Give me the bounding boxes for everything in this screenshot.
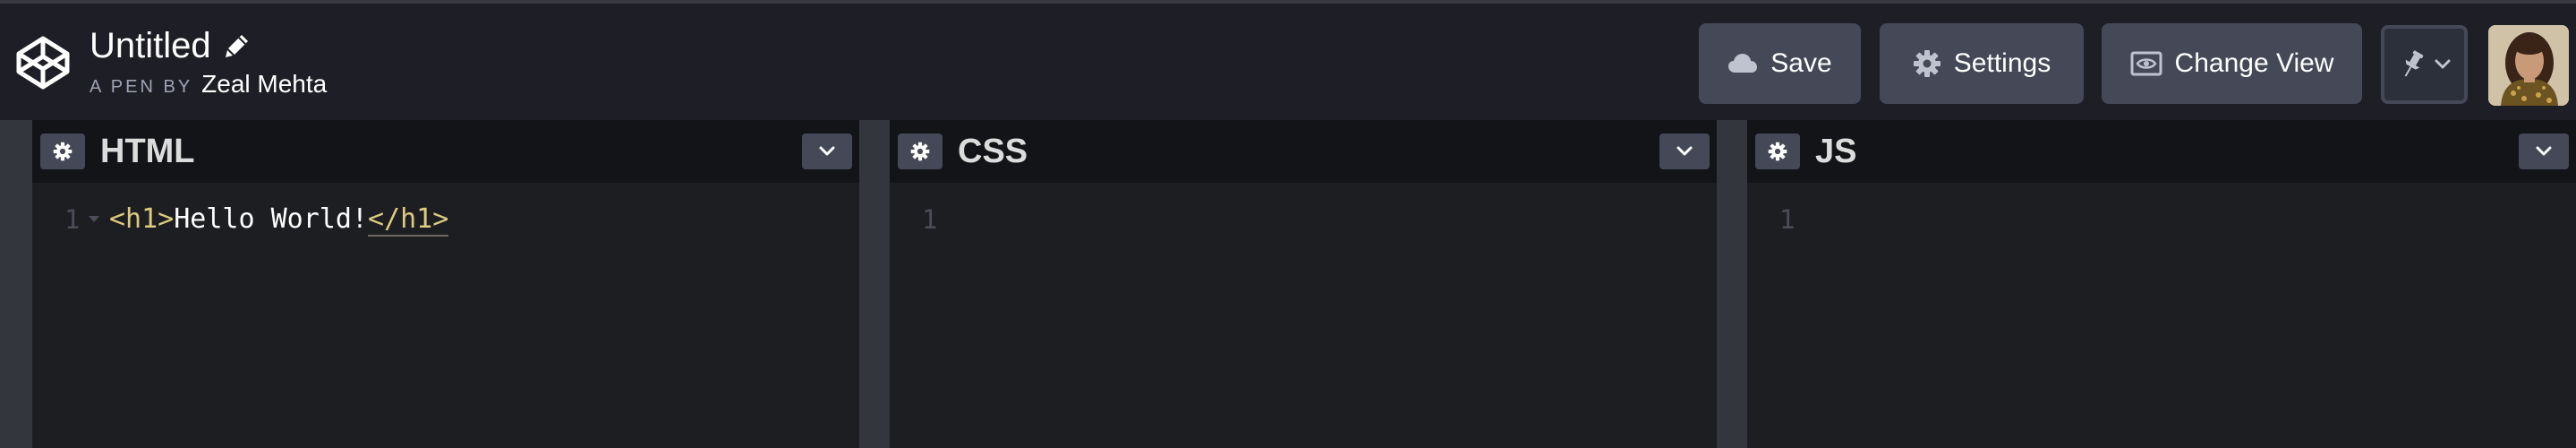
fold-arrow-icon[interactable] — [88, 215, 100, 224]
pen-title[interactable]: Untitled — [90, 23, 211, 68]
js-editor-title: JS — [1815, 133, 1857, 170]
pen-byline: A PEN BY Zeal Mehta — [90, 70, 327, 99]
html-editor-header: HTML — [32, 120, 859, 183]
pen-title-row: Untitled — [90, 23, 251, 68]
js-code-area[interactable]: 1 — [1747, 183, 2576, 448]
line-number: 1 — [1779, 204, 1796, 235]
chevron-down-icon — [2536, 146, 2552, 156]
line-number: 1 — [922, 204, 938, 235]
html-code-area[interactable]: 1 <h1>Hello World!</h1> — [32, 183, 859, 448]
code-open-tag: <h1> — [109, 203, 175, 235]
gear-icon — [910, 142, 930, 161]
left-resize-gutter[interactable] — [0, 120, 32, 448]
change-view-button[interactable]: Change View — [2102, 23, 2362, 104]
js-editor-collapse-button[interactable] — [2519, 134, 2569, 169]
js-editor-header: JS — [1747, 120, 2576, 183]
gear-icon — [53, 142, 73, 161]
pin-icon — [2404, 50, 2423, 77]
resize-gutter[interactable] — [859, 120, 890, 448]
chevron-down-icon — [819, 146, 835, 156]
css-editor-header: CSS — [890, 120, 1717, 183]
code-close-tag: </h1> — [368, 203, 449, 237]
html-editor-title: HTML — [100, 133, 195, 170]
author-name[interactable]: Zeal Mehta — [201, 70, 327, 99]
user-avatar-image — [2488, 25, 2569, 106]
resize-gutter[interactable] — [1717, 120, 1747, 448]
save-button-label: Save — [1770, 48, 1832, 78]
css-editor-collapse-button[interactable] — [1659, 134, 1710, 169]
settings-button-label: Settings — [1953, 48, 2051, 78]
js-editor-settings-button[interactable] — [1755, 134, 1800, 169]
gear-icon — [1913, 50, 1941, 77]
pin-button[interactable] — [2381, 25, 2468, 104]
byline-prefix: A PEN BY — [90, 77, 193, 97]
gear-icon — [1768, 142, 1787, 161]
top-bar: Untitled A PEN BY Zeal Mehta Save Settin… — [0, 0, 2576, 120]
eye-icon — [2130, 51, 2162, 76]
chevron-down-icon — [1676, 146, 1693, 156]
change-view-button-label: Change View — [2174, 48, 2334, 78]
html-editor-settings-button[interactable] — [40, 134, 85, 169]
code-line: <h1>Hello World!</h1> — [109, 202, 449, 237]
line-number: 1 — [64, 204, 81, 235]
css-editor-title: CSS — [958, 133, 1028, 170]
html-editor-collapse-button[interactable] — [802, 134, 852, 169]
settings-button[interactable]: Settings — [1880, 23, 2084, 104]
code-text: Hello World! — [174, 203, 368, 235]
avatar[interactable] — [2488, 25, 2569, 106]
css-editor-settings-button[interactable] — [898, 134, 943, 169]
pencil-icon[interactable] — [224, 32, 251, 59]
chevron-down-icon — [2435, 59, 2450, 69]
html-editor[interactable]: HTML 1 <h1>Hello World!</h1> — [32, 120, 859, 448]
cloud-icon — [1728, 54, 1758, 73]
js-editor[interactable]: JS 1 — [1747, 120, 2576, 448]
save-button[interactable]: Save — [1699, 23, 1861, 104]
codepen-logo-icon[interactable] — [14, 34, 72, 91]
css-code-area[interactable]: 1 — [890, 183, 1717, 448]
css-editor[interactable]: CSS 1 — [890, 120, 1717, 448]
